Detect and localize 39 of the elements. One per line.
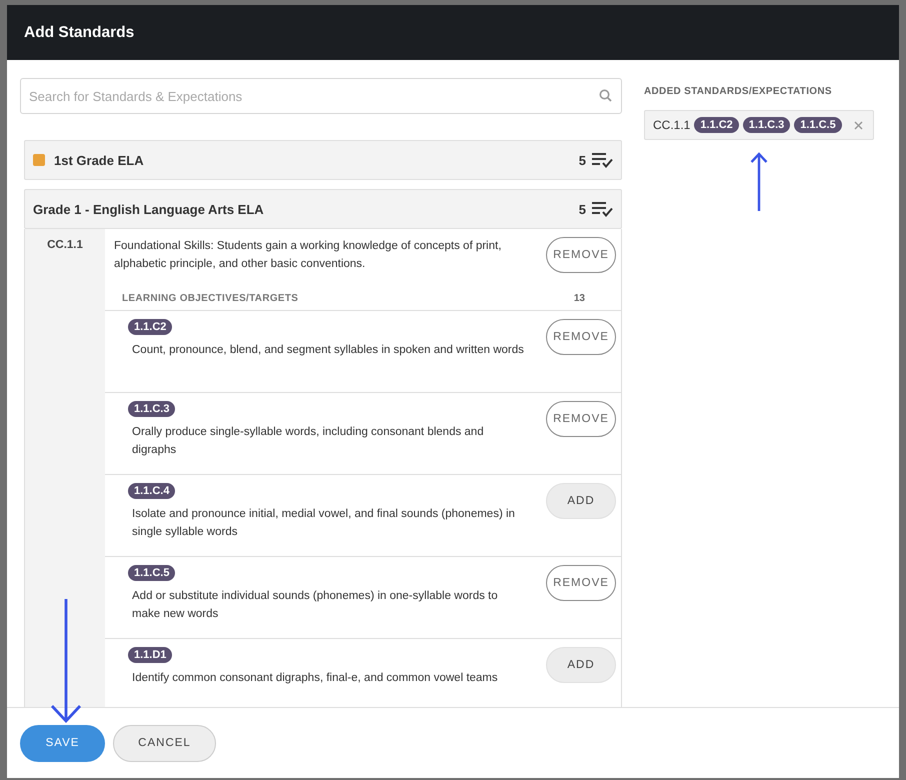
remove-button[interactable]: REMOVE [546, 401, 616, 437]
objective-code-tag: 1.1.C.3 [128, 401, 176, 417]
objective-chip: 1.1.C.5 [794, 117, 842, 133]
objective-code-tag: 1.1.C.5 [128, 565, 176, 581]
objective-chip: 1.1.C.3 [742, 117, 790, 133]
objective-code-tag: 1.1.C2 [128, 319, 172, 335]
objective-description: Add or substitute individual sounds (phonemes) in one-syllable words to make new words [131, 589, 499, 622]
add-button[interactable]: ADD [546, 483, 616, 519]
modal-title: Add Standards [24, 24, 134, 42]
group-count: 5 [578, 152, 586, 168]
remove-button[interactable]: REMOVE [546, 319, 616, 355]
objectives-count: 13 [574, 293, 585, 304]
search-field[interactable]: Search for Standards & Expectations [20, 78, 622, 114]
checklist-icon [591, 201, 613, 217]
cancel-button[interactable]: CANCEL [113, 724, 216, 762]
checklist-icon [591, 152, 613, 168]
remove-button[interactable]: REMOVE [546, 237, 616, 273]
group-title: 1st Grade ELA [54, 152, 145, 168]
objective-chip: 1.1.C2 [694, 117, 739, 133]
add-button[interactable]: ADD [546, 647, 616, 683]
standard-code: CC.1.1 [47, 239, 83, 251]
objective-description: Identify common consonant digraphs, final-e, and common vowel teams [131, 671, 498, 686]
group-count: 5 [578, 202, 586, 216]
up-arrow-drawing [750, 152, 768, 212]
close-icon[interactable] [854, 120, 863, 130]
objective-description: Orally produce single-syllable words, including consonant blends and digraphs [131, 425, 485, 458]
search-icon [599, 89, 612, 102]
added-standards-heading: ADDED STANDARDS/EXPECTATIONS [644, 86, 832, 97]
objective-code-tag: 1.1.D1 [128, 647, 172, 663]
objectives-heading: LEARNING OBJECTIVES/TARGETS [122, 293, 300, 304]
objective-code-tag: 1.1.C.4 [128, 483, 176, 499]
standard-code: CC.1.1 [653, 118, 690, 132]
standard-description: Foundational Skills: Students gain a working knowledge of concepts of print, alphabetic principle, and other basic conventions. [114, 239, 502, 272]
objective-description: Count, pronounce, blend, and segment syllables in spoken and written words [131, 343, 524, 358]
group-header[interactable]: Grade 1 - English Language Arts ELA 5 [24, 189, 622, 229]
remove-button[interactable]: REMOVE [546, 565, 616, 601]
group-header[interactable]: 1st Grade ELA 5 [24, 140, 622, 180]
group-title: Grade 1 - English Language Arts ELA [33, 202, 265, 216]
objective-description: Isolate and pronounce initial, medial vowel, and final sounds (phonemes) in single syllable words [131, 507, 516, 540]
